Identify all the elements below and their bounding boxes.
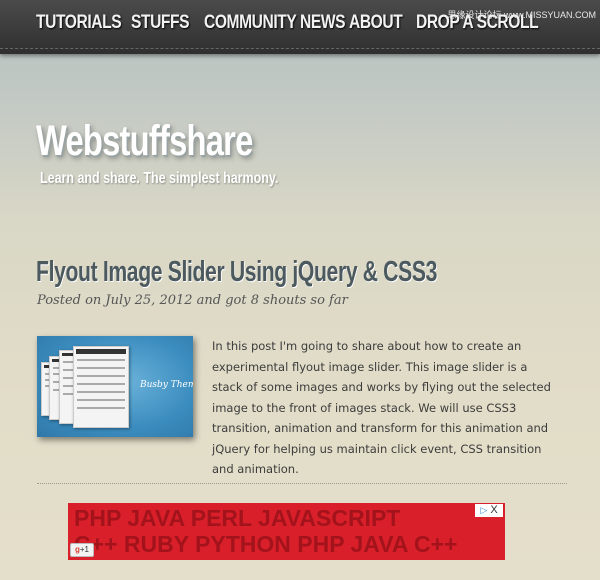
post-thumbnail[interactable]: Busby Theme: [37, 336, 193, 437]
google-plus-one-button[interactable]: g+1: [70, 543, 94, 557]
ad-text-line: C++ RUBY PYTHON PHP JAVA C++: [74, 531, 458, 557]
thumbnail-card: [73, 346, 129, 428]
content-divider: [37, 483, 567, 484]
ad-choices-icon: ▷: [480, 505, 488, 515]
ad-text-line: PHP JAVA PERL JAVASCRIPT: [74, 505, 401, 531]
top-navigation: TUTORIALS STUFFS COMMUNITY NEWS ABOUT DR…: [0, 0, 600, 54]
thumbnail-caption: Busby Theme: [140, 380, 193, 390]
watermark: 思缘设计论坛 www.MISSYUAN.COM: [447, 10, 596, 20]
close-icon: X: [490, 504, 498, 516]
site-title[interactable]: Webstuffshare: [36, 117, 253, 166]
post-meta: Posted on July 25, 2012 and got 8 shouts…: [37, 293, 348, 308]
nav-item-community-news[interactable]: COMMUNITY NEWS: [204, 12, 346, 34]
plus-one-label: +1: [79, 545, 89, 554]
ad-close-button[interactable]: ▷ X: [475, 504, 503, 517]
post-excerpt: In this post I'm going to share about ho…: [212, 339, 551, 476]
nav-item-stuffs[interactable]: STUFFS: [131, 12, 190, 34]
post-title[interactable]: Flyout Image Slider Using jQuery & CSS3: [36, 256, 437, 289]
site-tagline: Learn and share. The simplest harmony.: [40, 170, 279, 187]
nav-item-tutorials[interactable]: TUTORIALS: [36, 12, 122, 34]
nav-item-about[interactable]: ABOUT: [349, 12, 403, 34]
advertisement-banner[interactable]: PHP JAVA PERL JAVASCRIPT C++ RUBY PYTHON…: [68, 503, 505, 560]
